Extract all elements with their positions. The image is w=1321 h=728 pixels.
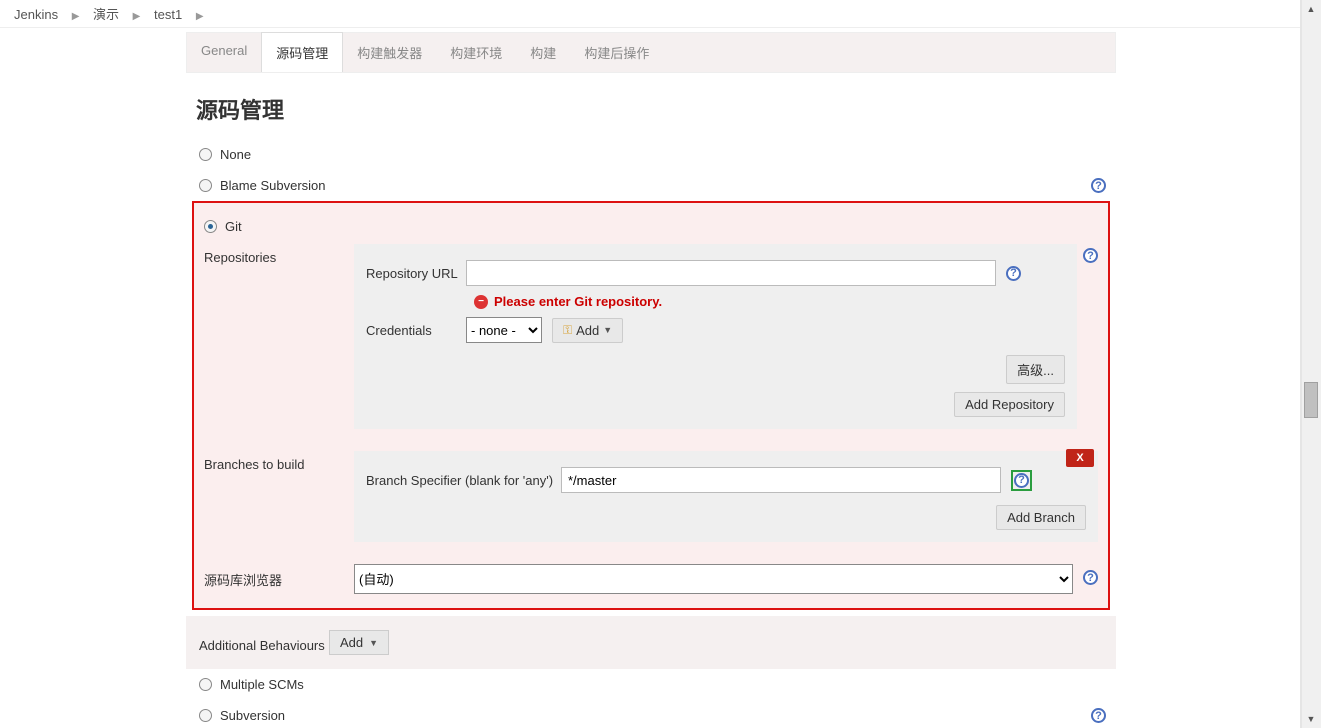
repositories-panel: Repository URL ? − Please enter Git repo… [354,244,1077,429]
tab-build[interactable]: 构建 [516,33,570,72]
delete-branch-button[interactable]: X [1066,449,1094,467]
help-icon[interactable]: ? [1083,570,1098,585]
help-icon[interactable]: ? [1091,708,1106,723]
add-credentials-label: Add [576,323,599,338]
radio-none[interactable] [199,148,212,161]
repo-url-error-text: Please enter Git repository. [494,294,662,309]
scroll-down-arrow[interactable]: ▼ [1302,710,1320,728]
add-branch-button[interactable]: Add Branch [996,505,1086,530]
credentials-label: Credentials [366,323,466,338]
breadcrumb: Jenkins ▶ 演示 ▶ test1 ▶ [0,0,1300,28]
help-icon[interactable]: ? [1006,266,1021,281]
breadcrumb-sep: ▶ [127,11,147,22]
add-credentials-button[interactable]: ⚿ Add ▼ [552,318,623,343]
key-icon: ⚿ [563,323,572,338]
branches-label: Branches to build [204,451,354,472]
section-title: 源码管理 [196,93,1116,125]
additional-behaviours-label: Additional Behaviours [199,632,329,653]
config-tabs: General 源码管理 构建触发器 构建环境 构建 构建后操作 [186,32,1116,73]
tab-env[interactable]: 构建环境 [436,33,516,72]
radio-multiple-scms[interactable] [199,678,212,691]
repo-url-input[interactable] [466,260,996,286]
repositories-label: Repositories [204,244,354,265]
breadcrumb-sep: ▶ [66,11,86,22]
tab-scm[interactable]: 源码管理 [261,32,343,72]
repo-url-error: − Please enter Git repository. [366,290,1065,313]
advanced-button[interactable]: 高级... [1006,355,1065,384]
radio-git[interactable] [204,220,217,233]
radio-blame-svn-label: Blame Subversion [220,178,326,193]
git-section-highlighted: Git Repositories Repository URL ? − Plea… [192,201,1110,610]
chevron-down-icon: ▼ [603,325,612,335]
add-behaviour-label: Add [340,635,363,650]
breadcrumb-job[interactable]: test1 [150,7,186,22]
radio-git-label: Git [225,219,242,234]
breadcrumb-folder[interactable]: 演示 [89,7,123,22]
help-icon[interactable]: ? [1091,178,1106,193]
help-icon[interactable]: ? [1083,248,1098,263]
scroll-up-arrow[interactable]: ▲ [1302,0,1320,18]
help-highlight: ? [1011,470,1032,491]
radio-subversion-label: Subversion [220,708,285,723]
branches-panel: X Branch Specifier (blank for 'any') ? A… [354,451,1098,542]
chevron-down-icon: ▼ [369,638,378,648]
add-repository-button[interactable]: Add Repository [954,392,1065,417]
repo-url-label: Repository URL [366,266,466,281]
radio-multiple-scms-label: Multiple SCMs [220,677,304,692]
tab-post[interactable]: 构建后操作 [570,33,663,72]
radio-subversion[interactable] [199,709,212,722]
tab-general[interactable]: General [187,33,261,72]
tab-triggers[interactable]: 构建触发器 [343,33,436,72]
scroll-thumb[interactable] [1304,382,1318,418]
repo-browser-label: 源码库浏览器 [204,564,354,589]
repo-browser-select[interactable]: (自动) [354,564,1073,594]
breadcrumb-jenkins[interactable]: Jenkins [10,7,62,22]
credentials-select[interactable]: - none - [466,317,542,343]
radio-none-label: None [220,147,251,162]
breadcrumb-sep: ▶ [190,11,210,22]
help-icon[interactable]: ? [1014,473,1029,488]
branch-specifier-label: Branch Specifier (blank for 'any') [366,473,561,488]
error-icon: − [474,295,488,309]
add-behaviour-button[interactable]: Add ▼ [329,630,389,655]
radio-blame-svn[interactable] [199,179,212,192]
branch-specifier-input[interactable] [561,467,1001,493]
vertical-scrollbar[interactable]: ▲ ▼ [1301,0,1321,728]
